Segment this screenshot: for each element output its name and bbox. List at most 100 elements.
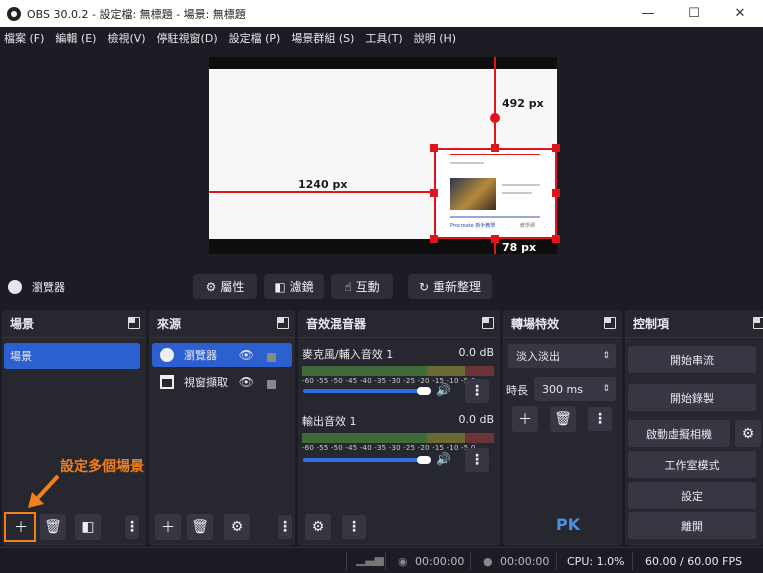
sources-title: 來源 — [157, 317, 182, 331]
volume-slider-knob[interactable] — [417, 387, 431, 395]
volume-slider-knob[interactable] — [417, 456, 431, 464]
speaker-icon[interactable]: 🔊 — [436, 452, 451, 466]
resize-handle-l[interactable] — [430, 189, 438, 197]
menu-docks[interactable]: 停駐視窗(D) — [157, 30, 218, 46]
virtual-camera-settings-gear-icon[interactable]: ⚙ — [735, 420, 761, 447]
page-text-line — [450, 162, 484, 164]
fps-readout: 60.00 / 60.00 FPS — [645, 555, 743, 568]
volume-slider-mic[interactable] — [303, 389, 421, 393]
lock-icon[interactable] — [267, 353, 276, 362]
settings-button[interactable]: 設定 — [628, 482, 756, 509]
scene-filters-button[interactable]: ◧ — [75, 514, 101, 540]
meter-green-zone — [302, 433, 427, 443]
mixer-advanced-settings-button[interactable]: ⚙ — [305, 514, 331, 540]
undock-icon[interactable] — [604, 317, 616, 329]
status-divider — [632, 552, 633, 570]
start-recording-button[interactable]: 開始錄製 — [628, 384, 756, 411]
properties-label: 屬性 — [220, 280, 245, 294]
refresh-label: 重新整理 — [433, 280, 482, 294]
add-source-button[interactable]: ＋ — [155, 514, 181, 540]
menu-profile[interactable]: 設定檔 (P) — [229, 30, 281, 46]
page-text-line — [502, 184, 540, 186]
menu-help[interactable]: 說明 (H) — [414, 30, 456, 46]
trash-icon: 🗑 — [44, 519, 62, 535]
scene-list-item[interactable]: 場景 — [4, 343, 140, 369]
channel-menu-kebab[interactable]: ⋮ — [465, 448, 489, 472]
watermark-logo: PK — [556, 515, 581, 534]
menu-scene-collection[interactable]: 場景群組 (S) — [291, 30, 354, 46]
source-item-browser[interactable]: 瀏覽器 👁 — [152, 343, 292, 367]
scenes-header: 場景 — [2, 310, 146, 338]
source-item-window-capture[interactable]: 視窗擷取 👁 — [152, 370, 292, 394]
minimize-button[interactable]: — — [625, 0, 671, 27]
undock-icon[interactable] — [482, 317, 494, 329]
resize-handle-r[interactable] — [552, 189, 560, 197]
visibility-eye-icon[interactable]: 👁 — [239, 348, 254, 362]
channel-level: 0.0 dB — [458, 346, 494, 359]
close-button[interactable]: ✕ — [717, 0, 763, 27]
exit-button[interactable]: 離開 — [628, 512, 756, 539]
trash-icon: 🗑 — [554, 411, 572, 427]
remove-scene-button[interactable]: 🗑 — [40, 514, 66, 540]
maximize-button[interactable]: ☐ — [671, 0, 717, 27]
resize-handle-tl[interactable] — [430, 144, 438, 152]
mixer-header: 音效混音器 — [298, 310, 500, 338]
interact-button[interactable]: ☝ 互動 — [331, 274, 393, 299]
properties-button[interactable]: ⚙ 屬性 — [193, 274, 257, 299]
menu-edit[interactable]: 編輯 (E) — [55, 30, 96, 46]
source-label: 視窗擷取 — [184, 376, 228, 389]
filters-button[interactable]: ◧ 濾鏡 — [264, 274, 324, 299]
lock-icon[interactable] — [267, 380, 276, 389]
speaker-icon[interactable]: 🔊 — [436, 383, 451, 397]
source-menu-kebab[interactable]: ⋮ — [278, 515, 292, 539]
transition-menu-kebab[interactable]: ⋮ — [588, 407, 612, 431]
resize-handle-t[interactable] — [491, 144, 499, 152]
gear-icon: ⚙ — [205, 279, 217, 294]
channel-name: 麥克風/輔入音效 1 — [302, 348, 394, 361]
remove-transition-button[interactable]: 🗑 — [550, 406, 576, 432]
window-icon — [160, 375, 174, 389]
cpu-usage: CPU: 1.0% — [567, 555, 625, 568]
studio-mode-button[interactable]: 工作室模式 — [628, 451, 756, 478]
resize-handle-bl[interactable] — [430, 235, 438, 243]
duration-spinbox[interactable]: 300 ms ⇕ — [534, 377, 616, 401]
scene-menu-kebab[interactable]: ⋮ — [125, 515, 139, 539]
visibility-eye-icon[interactable]: 👁 — [239, 375, 254, 389]
undock-icon[interactable] — [753, 317, 763, 329]
add-transition-button[interactable]: ＋ — [512, 406, 538, 432]
transition-select[interactable]: 淡入淡出 ⇕ — [508, 344, 616, 368]
gear-icon: ⚙ — [230, 519, 244, 535]
obs-window: OBS 30.0.2 - 設定檔: 無標題 - 場景: 無標題 — ☐ ✕ 檔案… — [0, 0, 763, 573]
browser-source-preview[interactable]: Procreate 新手教學 教學網 — [434, 148, 557, 239]
resize-handle-b[interactable] — [491, 235, 499, 243]
page-header-line — [450, 154, 540, 155]
channel-menu-kebab[interactable]: ⋮ — [465, 379, 489, 403]
current-source-label: 瀏覽器 — [32, 281, 65, 294]
menu-file[interactable]: 檔案 (F) — [4, 30, 44, 46]
resize-handle-br[interactable] — [552, 235, 560, 243]
trash-icon: 🗑 — [191, 519, 209, 535]
status-divider — [346, 552, 347, 570]
mixer-menu-kebab[interactable]: ⋮ — [342, 515, 366, 539]
menu-tools[interactable]: 工具(T) — [365, 30, 402, 46]
current-source: 瀏覽器 — [8, 279, 65, 295]
record-time: 00:00:00 — [500, 555, 550, 568]
start-virtual-camera-button[interactable]: 啟動虛擬相機 — [628, 420, 730, 447]
source-properties-button[interactable]: ⚙ — [224, 514, 250, 540]
resize-handle-tr[interactable] — [552, 144, 560, 152]
globe-icon — [8, 280, 22, 294]
volume-slider-desktop[interactable] — [303, 458, 421, 462]
undock-icon[interactable] — [277, 317, 289, 329]
refresh-button[interactable]: ↻ 重新整理 — [408, 274, 492, 299]
chevron-updown-icon[interactable]: ⇕ — [602, 384, 610, 394]
guide-midpoint-top — [490, 113, 500, 123]
page-text-line — [502, 192, 532, 194]
start-streaming-button[interactable]: 開始串流 — [628, 346, 756, 373]
menu-view[interactable]: 檢視(V) — [107, 30, 145, 46]
volume-meter — [302, 433, 494, 443]
record-dot-icon: ● — [483, 555, 493, 568]
page-hero-image — [450, 178, 496, 210]
undock-icon[interactable] — [128, 317, 140, 329]
remove-source-button[interactable]: 🗑 — [187, 514, 213, 540]
meter-green-zone — [302, 366, 427, 376]
